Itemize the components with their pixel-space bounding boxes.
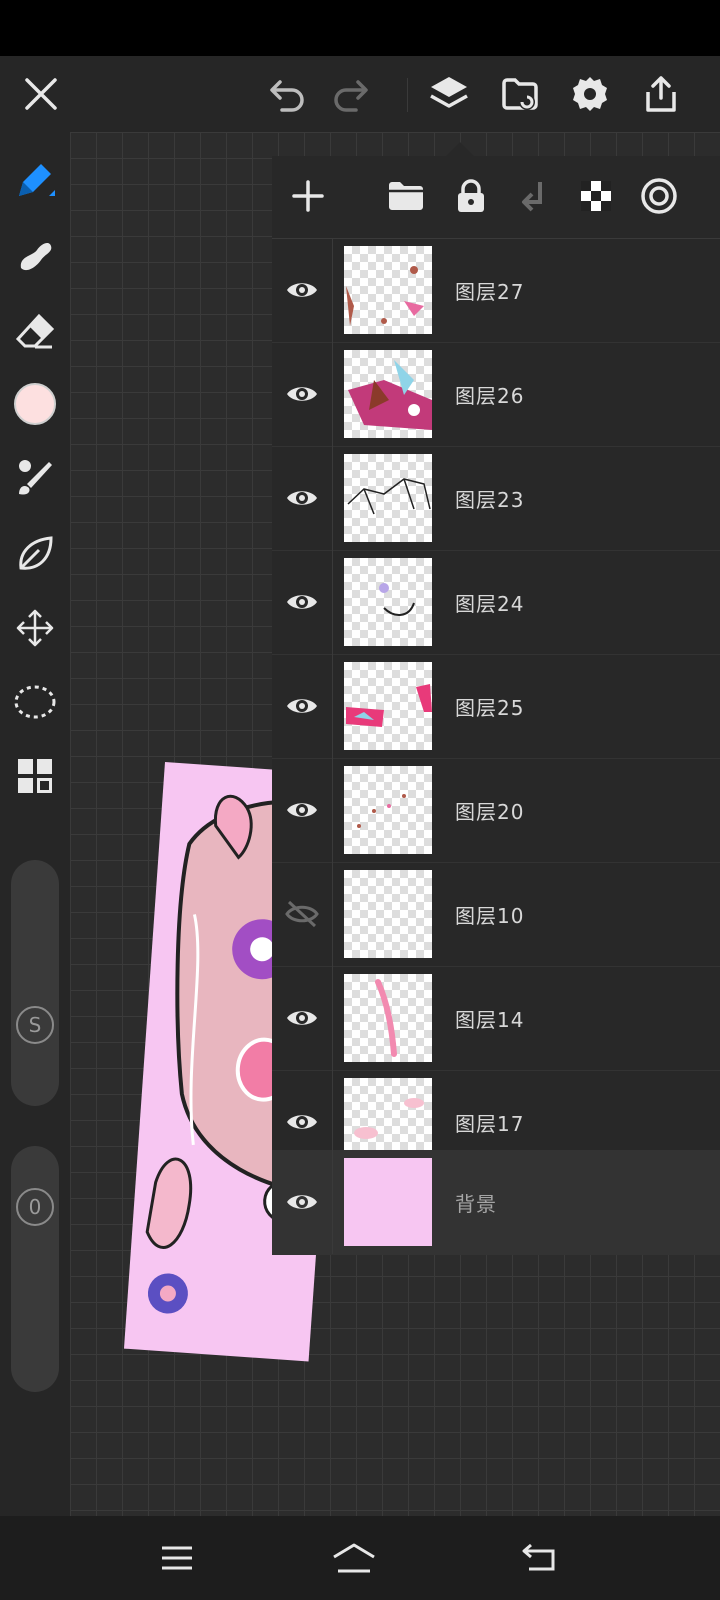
- size-slider-label: S: [28, 1013, 42, 1037]
- layers-panel-toolbar: [272, 156, 720, 239]
- size-slider[interactable]: S: [11, 860, 59, 1106]
- leaf-icon[interactable]: [11, 530, 59, 578]
- folder-icon[interactable]: [382, 172, 430, 220]
- visibility-eye-icon[interactable]: [272, 550, 333, 654]
- layer-row[interactable]: 图层27: [272, 238, 720, 343]
- pen-icon[interactable]: [11, 156, 59, 204]
- lock-icon[interactable]: [447, 172, 495, 220]
- layer-name: 图层25: [455, 696, 525, 720]
- color-swatch[interactable]: [11, 380, 59, 428]
- layer-thumbnail: [344, 974, 432, 1062]
- layer-name: 背景: [455, 1192, 497, 1216]
- layer-name: 图层10: [455, 904, 525, 928]
- settings-icon[interactable]: [566, 70, 614, 118]
- menu-icon[interactable]: [149, 1534, 205, 1582]
- size-slider-knob[interactable]: S: [16, 1006, 54, 1044]
- undo-icon[interactable]: [264, 70, 312, 118]
- visibility-eye-icon[interactable]: [272, 446, 333, 550]
- layer-row[interactable]: 图层24: [272, 550, 720, 655]
- back-icon[interactable]: [510, 1534, 566, 1582]
- grid-icon[interactable]: [11, 752, 59, 800]
- layer-row[interactable]: 图层20: [272, 758, 720, 863]
- layer-row[interactable]: 图层23: [272, 446, 720, 551]
- checker-icon[interactable]: [572, 172, 620, 220]
- target-icon[interactable]: [635, 172, 683, 220]
- visibility-eye-icon[interactable]: [272, 238, 333, 342]
- layer-name: 图层24: [455, 592, 525, 616]
- layers-icon[interactable]: [425, 70, 473, 118]
- layer-row[interactable]: 图层25: [272, 654, 720, 759]
- layer-thumbnail: [344, 454, 432, 542]
- layer-name: 图层17: [455, 1112, 525, 1136]
- layer-thumbnail: [344, 1078, 432, 1150]
- eraser-icon[interactable]: [11, 308, 59, 356]
- toolbar-divider: [407, 78, 408, 112]
- lasso-icon[interactable]: [11, 678, 59, 726]
- layer-row[interactable]: 图层17: [272, 1070, 720, 1151]
- layer-thumbnail: [344, 1158, 432, 1246]
- layer-thumbnail: [344, 350, 432, 438]
- status-bar: [0, 0, 720, 56]
- smudge-icon[interactable]: [11, 232, 59, 280]
- gallery-icon[interactable]: [496, 70, 544, 118]
- top-toolbar: [0, 56, 720, 132]
- opacity-slider-knob[interactable]: 0: [16, 1188, 54, 1226]
- transform-icon[interactable]: [11, 604, 59, 652]
- layer-thumbnail: [344, 766, 432, 854]
- tool-sidebar: S 0: [0, 132, 70, 1516]
- layers-panel-pointer: [446, 142, 474, 156]
- merge-down-icon[interactable]: [510, 172, 558, 220]
- layer-name: 图层14: [455, 1008, 525, 1032]
- layer-name: 图层27: [455, 280, 525, 304]
- redo-icon[interactable]: [326, 70, 374, 118]
- layer-thumbnail: [344, 246, 432, 334]
- layer-row[interactable]: 图层26: [272, 342, 720, 447]
- layer-name: 图层20: [455, 800, 525, 824]
- layer-name: 图层26: [455, 384, 525, 408]
- layer-row-selected[interactable]: 背景: [272, 1150, 720, 1255]
- opacity-slider[interactable]: 0: [11, 1146, 59, 1392]
- layers-panel: 图层27 图层26 图层23 图层24 图层25 图层20 图层10 图层14 …: [272, 156, 720, 1255]
- brush-library-icon[interactable]: [11, 454, 59, 502]
- layer-thumbnail: [344, 662, 432, 750]
- layer-name: 图层23: [455, 488, 525, 512]
- system-nav-bar: [0, 1516, 720, 1600]
- visibility-eye-icon[interactable]: [272, 966, 333, 1070]
- opacity-slider-label: 0: [28, 1195, 42, 1219]
- layer-row[interactable]: 图层14: [272, 966, 720, 1071]
- visibility-eye-icon[interactable]: [272, 1150, 333, 1254]
- visibility-eye-icon[interactable]: [272, 342, 333, 446]
- visibility-eye-icon[interactable]: [272, 758, 333, 862]
- home-icon[interactable]: [326, 1534, 382, 1582]
- close-icon[interactable]: [17, 70, 65, 118]
- visibility-eye-icon[interactable]: [272, 1070, 333, 1150]
- layer-thumbnail: [344, 870, 432, 958]
- visibility-eye-icon[interactable]: [272, 654, 333, 758]
- layer-row[interactable]: 图层10: [272, 862, 720, 967]
- share-icon[interactable]: [637, 70, 685, 118]
- visibility-eye-off-icon[interactable]: [272, 862, 333, 966]
- layer-thumbnail: [344, 558, 432, 646]
- add-layer-icon[interactable]: [284, 172, 332, 220]
